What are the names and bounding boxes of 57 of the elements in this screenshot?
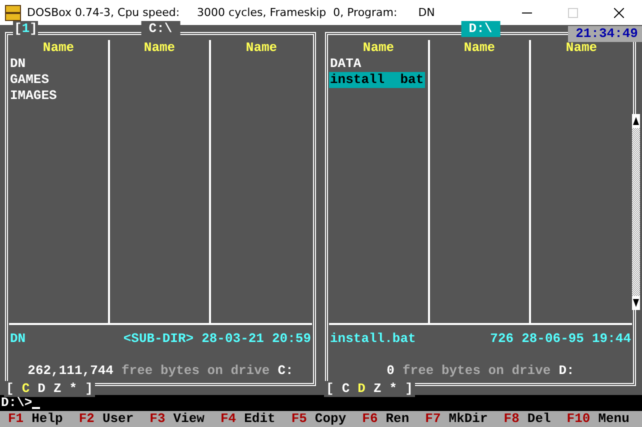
panel-path: D:\ — [460, 21, 500, 37]
column-header: Name — [246, 40, 278, 56]
file-date: 28-06-95 — [522, 331, 584, 347]
file-entry[interactable]: install bat — [329, 72, 425, 88]
drive-button[interactable]: C — [22, 381, 30, 397]
drive-button[interactable]: D — [358, 381, 366, 397]
panel-number: [1] — [13, 21, 38, 37]
clock: 21:34:49 — [568, 26, 642, 42]
drive-button[interactable]: D — [38, 381, 46, 397]
minimize-icon — [522, 12, 532, 14]
app-icon — [5, 4, 21, 20]
function-key[interactable]: F5 Copy — [291, 411, 346, 427]
free-bytes: 262,111,744 — [28, 363, 114, 379]
file-size: 726 — [490, 331, 514, 347]
drive-letter: D: — [558, 363, 574, 379]
function-key[interactable]: F4 Edit — [220, 411, 276, 427]
file-size: <SUB-DIR> — [123, 331, 194, 347]
column-header: Name — [362, 40, 394, 56]
column-header: Name — [42, 40, 74, 56]
function-key[interactable]: F6 Ren — [362, 411, 410, 427]
scrollbar[interactable] — [632, 114, 640, 310]
function-key[interactable]: F1 Help — [8, 411, 63, 427]
file-entry[interactable]: GAMES — [9, 72, 50, 88]
file-time: 19:44 — [592, 331, 631, 347]
file-name: install.bat — [330, 331, 416, 347]
file-time: 20:59 — [272, 331, 311, 347]
column-header: Name — [144, 40, 176, 56]
bracket: [ — [6, 381, 14, 397]
file-name: DN — [10, 331, 26, 347]
bracket: [ — [326, 381, 334, 397]
function-key[interactable]: F2 User — [78, 411, 134, 427]
drive-button[interactable]: C — [342, 381, 350, 397]
drive-button[interactable]: Z — [373, 381, 382, 397]
function-key[interactable]: F10 Menu — [566, 411, 630, 427]
drive-button[interactable]: * — [69, 381, 78, 397]
file-entry[interactable]: IMAGES — [9, 88, 58, 104]
function-key[interactable]: F3 View — [150, 411, 204, 427]
maximize-icon — [568, 8, 578, 18]
free-bytes: 0 — [386, 363, 394, 379]
text-cursor — [32, 407, 40, 409]
file-entry[interactable]: DATA — [329, 56, 362, 72]
bracket: ] — [405, 381, 413, 397]
file-entry[interactable]: DN — [9, 56, 27, 72]
function-key[interactable]: F7 MkDir — [425, 411, 488, 427]
bracket: ] — [85, 381, 93, 397]
window-title: DOSBox 0.74-3, Cpu speed: 3000 cycles, Frameskip 0, Program: DN — [27, 6, 436, 19]
column-header: Name — [566, 40, 598, 56]
free-bytes-label: free bytes on drive — [121, 363, 270, 379]
column-header: Name — [464, 40, 496, 56]
close-icon — [614, 8, 624, 18]
drive-button[interactable]: Z — [53, 381, 62, 397]
function-key[interactable]: F8 Del — [504, 411, 551, 427]
panel-path: C:\ — [140, 21, 180, 37]
free-bytes-label: free bytes on drive — [402, 363, 551, 379]
drive-letter: C: — [278, 363, 294, 379]
file-date: 28-03-21 — [202, 331, 264, 347]
drive-button[interactable]: * — [389, 381, 398, 397]
